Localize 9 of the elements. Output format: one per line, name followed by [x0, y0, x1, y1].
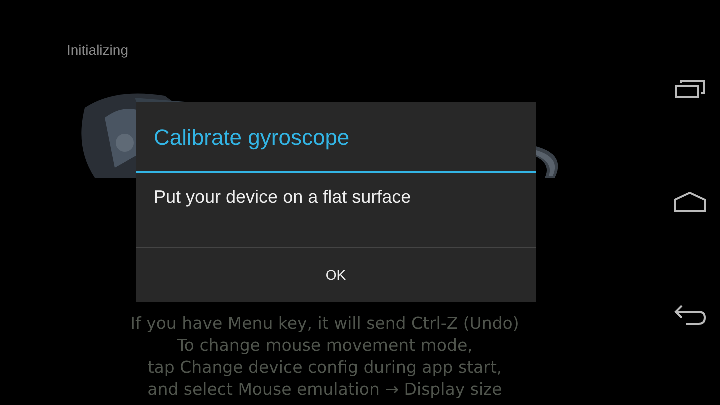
- back-icon[interactable]: [674, 305, 706, 325]
- dialog-title: Calibrate gyroscope: [136, 102, 536, 173]
- instruction-text: and select Mouse emulation → Display size: [148, 379, 502, 401]
- home-icon[interactable]: [674, 192, 706, 212]
- instruction-text: To change mouse movement mode,: [177, 335, 473, 357]
- status-text: Initializing: [67, 42, 128, 58]
- instruction-text: If you have Menu key, it will send Ctrl-Z (Undo): [130, 313, 520, 335]
- instruction-text: tap Change device config during app start,: [148, 357, 502, 379]
- recent-apps-icon[interactable]: [675, 80, 705, 98]
